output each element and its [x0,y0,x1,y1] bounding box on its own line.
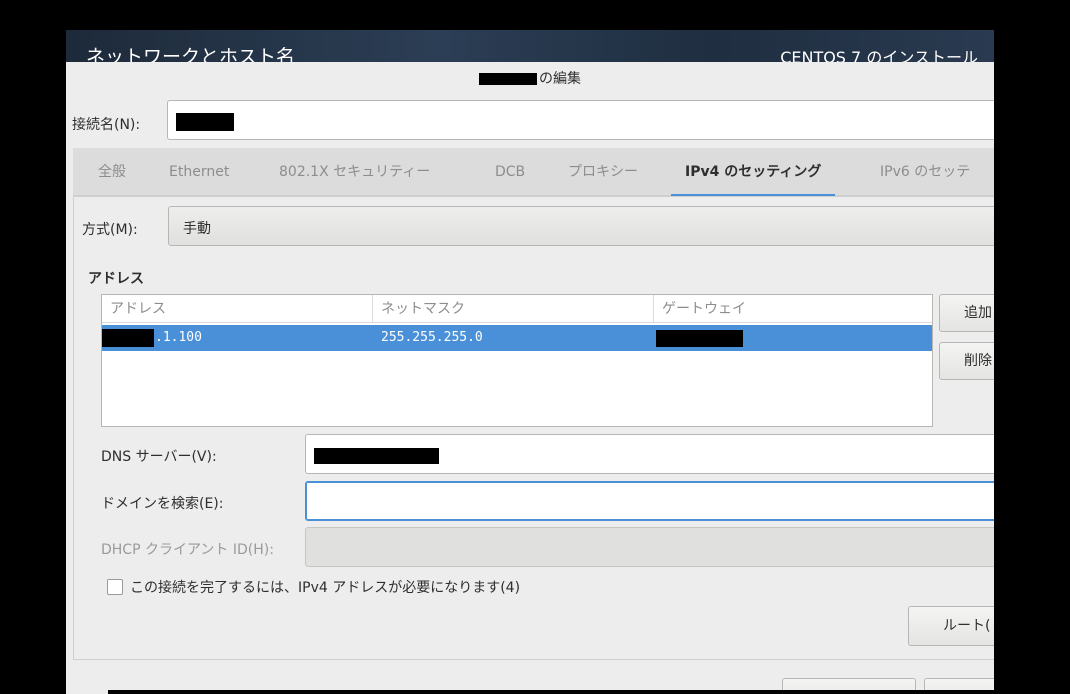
column-header-netmask[interactable]: ネットマスク [373,295,654,323]
add-address-button[interactable]: 追加 [939,294,994,332]
require-ipv4-label[interactable]: この接続を完了するには、IPv4 アドレスが必要になります(4) [130,577,520,597]
redacted-dns-value [314,448,439,464]
address-cell: .1.100 [155,330,202,345]
tab-8021x-security[interactable]: 802.1X セキュリティー [279,148,430,196]
dialog-title: の編集 [66,62,994,96]
redacted-connection-name [479,73,537,85]
dhcp-client-id-label: DHCP クライアント ID(H): [101,542,274,558]
settings-tabs: 全般 Ethernet 802.1X セキュリティー DCB プロキシー IPv… [73,148,994,197]
screen-edge-bottom [108,690,994,694]
address-table[interactable]: アドレス ネットマスク ゲートウェイ .1.100 255.255.255.0 [101,294,933,427]
tab-ipv6-settings[interactable]: IPv6 のセッテ [880,148,970,196]
column-header-address[interactable]: アドレス [102,295,373,323]
dns-servers-input[interactable] [305,434,994,474]
address-section-heading: アドレス [88,271,144,287]
tab-general[interactable]: 全般 [98,148,126,196]
connection-name-label: 接続名(N): [72,117,141,133]
tab-ipv4-settings[interactable]: IPv4 のセッティング [670,148,836,197]
method-value: 手動 [183,221,211,237]
column-header-gateway[interactable]: ゲートウェイ [654,295,932,323]
tab-ethernet[interactable]: Ethernet [169,148,229,196]
netmask-cell: 255.255.255.0 [381,330,483,345]
method-label: 方式(M): [82,222,138,238]
search-domains-label: ドメインを検索(E): [101,496,224,512]
require-ipv4-checkbox[interactable] [107,579,123,595]
routes-button[interactable]: ルート( [908,606,994,646]
search-domains-input[interactable] [305,481,994,521]
connection-name-input[interactable] [167,100,994,140]
table-row[interactable]: .1.100 255.255.255.0 [102,325,932,351]
redacted-gateway [656,330,743,347]
method-select[interactable]: 手動 [168,206,994,246]
delete-address-button[interactable]: 削除 [939,342,994,380]
redacted-address-prefix [102,329,154,347]
screen-edge-right [994,0,1070,694]
dialog-title-suffix: の編集 [539,71,581,87]
dhcp-client-id-input [305,527,994,567]
dns-servers-label: DNS サーバー(V): [101,449,217,465]
tab-dcb[interactable]: DCB [495,148,525,196]
tab-proxy[interactable]: プロキシー [568,148,638,196]
edit-connection-dialog: の編集 接続名(N): 全般 Ethernet 802.1X セキュリティー D… [66,62,994,694]
redacted-connection-value [176,113,234,131]
